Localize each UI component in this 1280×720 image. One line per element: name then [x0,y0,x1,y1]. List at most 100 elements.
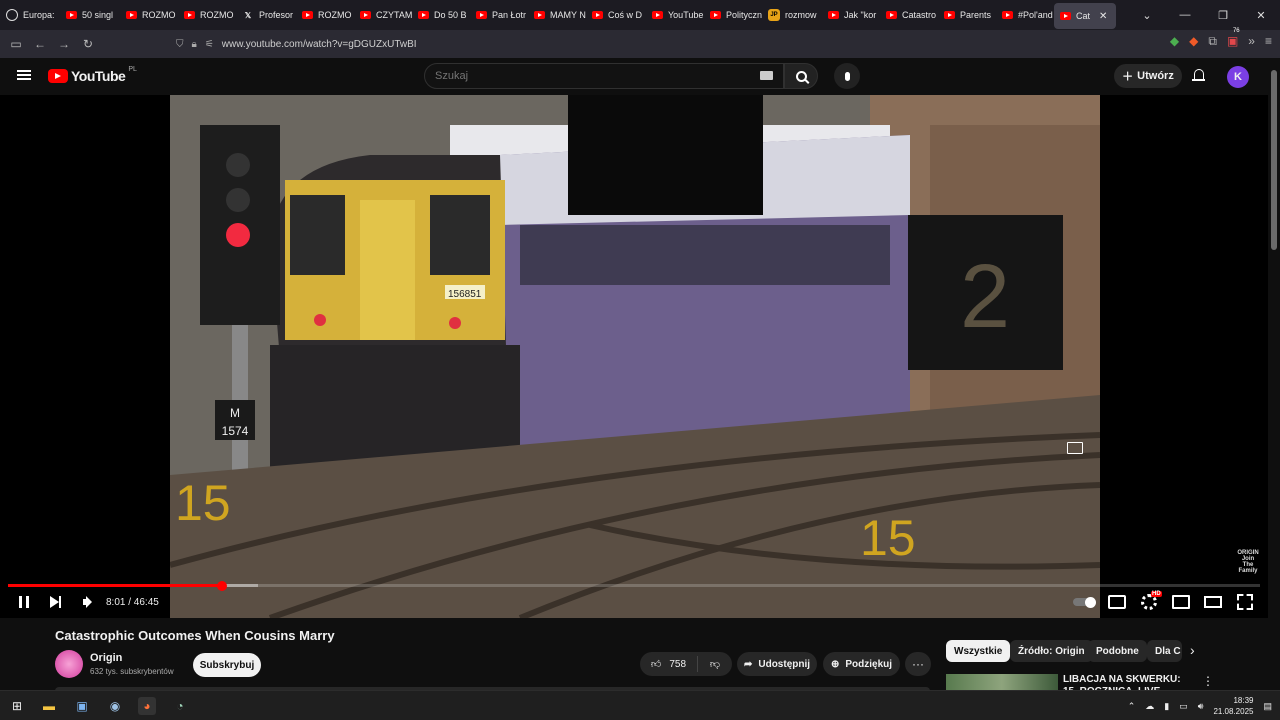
steam-icon[interactable]: ◉ [106,697,124,715]
vpn-extension-icon[interactable]: ◆ [1170,34,1179,49]
miniplayer-button[interactable] [1172,591,1190,613]
maximize-button[interactable]: ❐ [1204,0,1242,30]
voice-search-button[interactable] [834,63,860,89]
speaker-icon[interactable]: 🔊︎ [1198,701,1204,712]
video-player[interactable]: 156851 M 1574 2 15 15 ORIGIN Join The Fa… [0,95,1268,618]
clock[interactable]: 18:39 21.08.2025 [1213,695,1253,717]
browser-tab[interactable]: Cat ✕ [1054,3,1116,29]
tray-chevron-icon[interactable]: ⌃ [1128,701,1136,712]
permissions-icon[interactable]: ⚟ [205,39,214,50]
shield-icon[interactable]: ⛉ [176,39,184,50]
video-frame[interactable]: 156851 M 1574 2 15 15 [170,95,1100,618]
browser-tab[interactable]: JP rozmow [762,0,822,30]
channel-name[interactable]: Origin [90,652,122,664]
like-button[interactable]: 👍︎ 758 [640,656,698,672]
browser-tab[interactable]: ROZMO [296,0,354,30]
pause-button[interactable] [15,591,33,613]
menu-icon[interactable]: ≡ [1265,34,1272,49]
minimize-button[interactable]: — [1166,0,1204,30]
volume-button[interactable] [78,591,96,613]
close-tab-icon[interactable]: ✕ [1099,11,1107,22]
scrubber-handle[interactable] [217,580,228,591]
windows-start-icon[interactable]: ⊞ [8,697,26,715]
x-icon: 𝕏 [244,10,252,20]
page-scrollbar[interactable] [1268,58,1280,720]
browser-tab[interactable]: Do 50 B [412,0,470,30]
browser-tab[interactable]: 50 singl [60,0,120,30]
extension-icon[interactable]: ◆ [1189,34,1198,49]
url-text[interactable]: www.youtube.com/watch?v=gDGUZxUTwBI [222,39,417,50]
info-card-icon[interactable] [1064,437,1086,459]
browser-tab[interactable]: MAMY N [528,0,586,30]
channel-avatar[interactable] [55,650,83,678]
thanks-button[interactable]: ⊕ Podziękuj [823,652,900,676]
chip-all[interactable]: Wszystkie [946,640,1011,662]
firefox-icon[interactable]: ◕ [138,697,156,715]
tab-label: Profesor [259,10,294,20]
browser-tab[interactable]: CZYTAM [354,0,412,30]
system-tray: ⌃ ☁ ▮ ▭ 🔊︎ 18:39 21.08.2025 ▤ [1128,695,1272,717]
youtube-icon [1060,12,1071,20]
search-button[interactable] [784,63,818,89]
create-button[interactable]: ＋ Utwórz [1114,64,1182,88]
back-button[interactable]: ← [28,37,52,51]
sidebar-toggle-icon[interactable]: ▭ [4,37,28,51]
browser-tab[interactable]: Catastro [880,0,938,30]
progress-bar[interactable] [8,580,1260,591]
browser-tab[interactable]: Polityczn [704,0,762,30]
more-actions-button[interactable]: ··· [905,652,931,676]
tab-list-chevron-icon[interactable]: ⌄ [1128,0,1166,30]
browser-nav-bar: ▭ ← → ↻ ⛉ 🔒︎ ⚟ www.youtube.com/watch?v=g… [0,28,1280,58]
channel-watermark[interactable]: ORIGIN Join The Family [1234,550,1262,574]
browser-tab[interactable]: YouTube [646,0,704,30]
recommendation-menu-icon[interactable]: ⋮ [1202,674,1214,688]
forward-button[interactable]: → [52,37,76,51]
avatar[interactable]: K [1227,66,1249,88]
scrollbar-thumb[interactable] [1271,70,1277,250]
reload-button[interactable]: ↻ [76,37,100,51]
url-bar[interactable]: ⛉ 🔒︎ ⚟ www.youtube.com/watch?v=gDGUZxUTw… [176,33,1048,55]
autoplay-toggle[interactable] [1072,591,1096,613]
lock-icon[interactable]: 🔒︎ [192,39,197,50]
browser-tab[interactable]: Coś w D [586,0,646,30]
subtitles-button[interactable] [1108,591,1126,613]
guide-menu-icon[interactable] [17,70,31,80]
tab-label: Cat [1076,11,1091,21]
browser-tab[interactable]: ROZMO [120,0,178,30]
browser-tab[interactable]: Europa: [0,0,60,30]
cloud-icon[interactable]: ☁ [1145,701,1154,712]
keyboard-icon[interactable] [760,71,773,80]
monitor-app-icon[interactable]: ▣ [73,697,91,715]
search-box[interactable] [424,63,784,89]
extensions-puzzle-icon[interactable]: ⧉ [1208,34,1217,49]
chip-source[interactable]: Źródło: Origin [1010,640,1093,662]
chip-for-you[interactable]: Dla C [1147,640,1182,662]
fullscreen-button[interactable] [1236,591,1254,613]
dislike-button[interactable]: 👎︎ [698,658,732,670]
browser-tab[interactable]: #Pol'and [996,0,1054,30]
browser-tab[interactable]: ROZMO [178,0,236,30]
browser-tab[interactable]: Pan Łotr [470,0,528,30]
youtube-logo[interactable]: YouTube PL [48,66,137,84]
notification-icon[interactable]: ▤ [1263,701,1272,712]
theater-mode-button[interactable] [1204,591,1222,613]
overflow-chevron-icon[interactable]: » [1248,34,1255,49]
close-window-button[interactable]: ✕ [1242,0,1280,30]
browser-tab[interactable]: Jak "kor [822,0,880,30]
globe-icon [6,9,18,21]
browser-tab[interactable]: 𝕏 Profesor [236,0,296,30]
chip-related[interactable]: Podobne [1088,640,1147,662]
share-button[interactable]: ➦ Udostępnij [737,652,817,676]
search-input[interactable] [425,64,745,88]
next-video-button[interactable] [46,591,64,613]
notifications-bell-icon[interactable] [1192,69,1206,83]
youtube-icon [302,11,313,19]
badge-extension-icon[interactable]: ▣ 76 [1227,28,1240,49]
browser-tab[interactable]: Parents [938,0,996,30]
app-icon[interactable]: ◔ [171,697,189,715]
usb-icon[interactable]: ▮ [1164,701,1169,712]
network-icon[interactable]: ▭ [1179,701,1188,712]
subscribe-button[interactable]: Subskrybuj [193,653,261,677]
chevron-right-icon[interactable]: › [1190,642,1195,658]
file-explorer-icon[interactable]: ▬ [40,697,58,715]
